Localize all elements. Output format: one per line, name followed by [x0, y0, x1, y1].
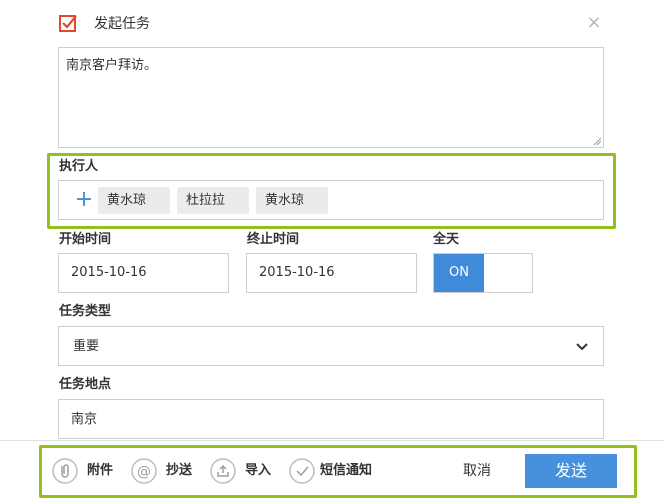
executor-chip[interactable]: 黄水琼 [256, 187, 328, 214]
all-day-toggle[interactable]: ON [433, 253, 533, 293]
task-description-textarea[interactable]: 南京客户拜访。 [58, 47, 604, 148]
cancel-button[interactable]: 取消 [463, 462, 491, 480]
task-description-text: 南京客户拜访。 [66, 58, 158, 73]
location-input[interactable]: 南京 [58, 399, 604, 439]
at-sign-icon[interactable]: @ [131, 458, 157, 484]
paperclip-icon[interactable] [52, 458, 78, 484]
upload-icon[interactable] [210, 458, 236, 484]
add-executor-icon[interactable]: + [73, 189, 95, 211]
cc-button[interactable]: 抄送 [166, 462, 192, 480]
check-circle-icon[interactable] [289, 458, 315, 484]
send-button[interactable]: 发送 [525, 454, 617, 488]
toggle-on-state: ON [434, 254, 484, 292]
close-icon[interactable]: × [585, 13, 603, 33]
svg-text:@: @ [137, 464, 151, 480]
resize-handle-icon[interactable] [593, 137, 601, 145]
all-day-label: 全天 [433, 232, 460, 247]
sms-notify-button[interactable]: 短信通知 [320, 462, 372, 480]
task-type-select[interactable]: 重要 [58, 326, 604, 366]
executor-chip[interactable]: 黄水琼 [98, 187, 170, 214]
location-label: 任务地点 [59, 377, 112, 392]
import-button[interactable]: 导入 [245, 462, 271, 480]
task-checkbox-icon [59, 15, 77, 32]
chevron-down-icon [576, 343, 588, 351]
end-date-input[interactable]: 2015-10-16 [246, 253, 417, 293]
attachment-button[interactable]: 附件 [87, 462, 113, 480]
start-time-label: 开始时间 [59, 232, 112, 247]
footer-divider [0, 440, 664, 441]
executor-label: 执行人 [59, 159, 99, 174]
start-date-input[interactable]: 2015-10-16 [58, 253, 229, 293]
task-type-label: 任务类型 [59, 304, 112, 319]
task-type-value: 重要 [73, 339, 100, 354]
dialog-title: 发起任务 [94, 16, 150, 32]
end-time-label: 终止时间 [247, 232, 300, 247]
executor-field: + 黄水琼 杜拉拉 黄水琼 [58, 180, 604, 220]
executor-chip[interactable]: 杜拉拉 [177, 187, 249, 214]
